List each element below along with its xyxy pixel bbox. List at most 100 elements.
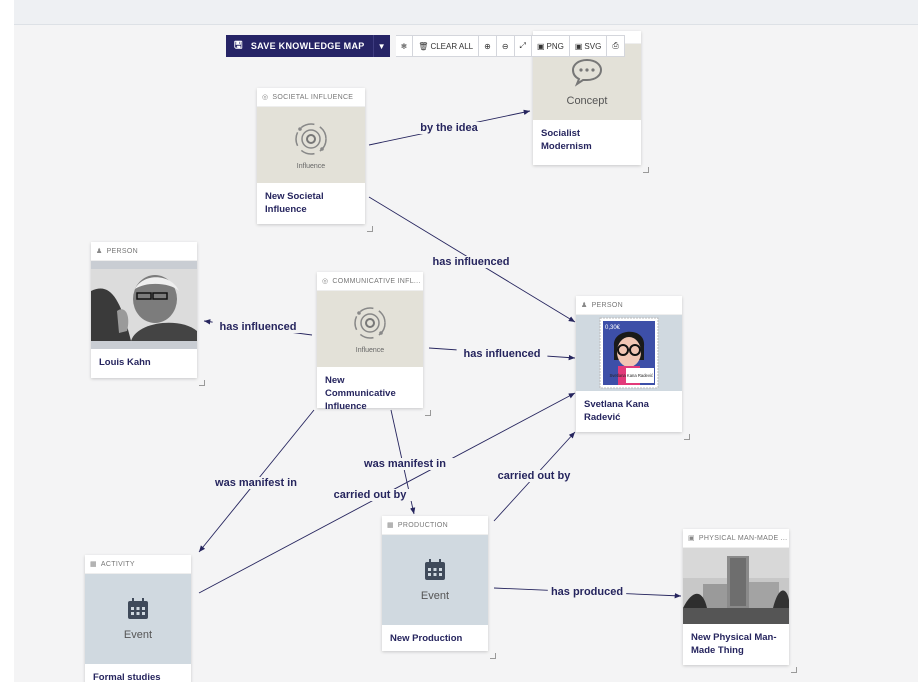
node-image: 0,30€ Svetlana Kana Radević [576, 315, 682, 391]
edge-label: carried out by [334, 489, 408, 501]
resize-handle[interactable] [367, 226, 373, 232]
save-knowledge-map-button[interactable]: 🖫 SAVE KNOWLEDGE MAP [226, 35, 373, 57]
node-label: Svetlana Kana Radević [584, 399, 649, 423]
zoom-in-button[interactable]: ⊕ [479, 35, 497, 57]
node-image [91, 261, 197, 349]
node-louis-kahn[interactable]: ♟ PERSON Louis Kahn [91, 242, 205, 386]
save-label: SAVE KNOWLEDGE MAP [250, 41, 365, 51]
top-bar [14, 0, 918, 25]
portrait-photo [91, 261, 197, 349]
influence-small-icon: ◎ [262, 94, 269, 101]
node-type: PERSON [106, 247, 138, 255]
edge-label: by the idea [420, 122, 478, 134]
toolbar: 🖫 SAVE KNOWLEDGE MAP ▼ ❄ 🗑 CLEAR ALL ⊕ ⊖ … [226, 35, 625, 57]
resize-handle[interactable] [791, 667, 797, 673]
node-type-header: ◎ COMMUNICATIVE INFL... [317, 272, 423, 291]
zoom-in-icon: ⊕ [484, 41, 491, 51]
calendar-small-icon: ▦ [387, 522, 394, 529]
resize-handle[interactable] [199, 380, 205, 386]
influence-icon [354, 306, 386, 339]
png-label: PNG [546, 41, 564, 51]
export-png-button[interactable]: ▣ PNG [531, 35, 570, 57]
node-label: Socialist Modernism [541, 128, 592, 152]
node-type: SOCIETAL INFLUENCE [272, 93, 354, 101]
edge-label: carried out by [498, 470, 572, 482]
zoom-out-icon: ⊖ [501, 41, 509, 51]
chat-bubble-icon [571, 58, 603, 87]
edge-label: has influenced [463, 348, 540, 360]
stamp-name: Svetlana Kana Radević [609, 373, 653, 378]
node-label: Louis Kahn [99, 357, 151, 368]
node-type: PHYSICAL MAN-MADE ... [698, 534, 788, 542]
node-image: Influence [257, 107, 365, 183]
influence-icon [295, 122, 327, 155]
node-societal-influence[interactable]: ◎ SOCIETAL INFLUENCE Influence New Societ… [257, 88, 373, 232]
node-label: New Societal Influence [265, 191, 324, 215]
calendar-icon [425, 559, 445, 580]
print-button[interactable]: ⎙ [607, 35, 625, 57]
resize-handle[interactable] [684, 434, 690, 440]
image-caption: Influence [296, 162, 326, 170]
image-caption: Influence [355, 346, 385, 354]
fit-button[interactable]: ⤢ [514, 35, 532, 57]
building-small-icon: ▣ [688, 535, 695, 542]
node-type: ACTIVITY [100, 560, 135, 568]
knowledge-map-canvas[interactable]: by the idea has influenced has influenced h… [14, 25, 918, 682]
clear-all-button[interactable]: 🗑 CLEAR ALL [413, 35, 480, 57]
node-communicative-influence[interactable]: ◎ COMMUNICATIVE INFL... Influence New Com… [317, 272, 431, 416]
influence-small-icon: ◎ [322, 278, 329, 285]
expand-icon: ⤢ [519, 41, 526, 50]
node-image: Influence [317, 291, 423, 367]
resize-handle[interactable] [643, 167, 649, 173]
node-type: COMMUNICATIVE INFL... [332, 277, 421, 285]
edge-label: has influenced [219, 321, 296, 333]
node-type: PERSON [591, 301, 623, 309]
caret-down-icon: ▼ [377, 41, 386, 51]
stamp-portrait: 0,30€ Svetlana Kana Radević [599, 317, 659, 389]
image-icon: ▣ [574, 41, 583, 51]
node-type: PRODUCTION [397, 521, 448, 529]
zoom-out-button[interactable]: ⊖ [496, 35, 515, 57]
freeze-button[interactable]: ❄ [395, 35, 414, 57]
node-label: Formal studies [93, 672, 161, 682]
export-svg-button[interactable]: ▣ SVG [569, 35, 608, 57]
person-icon: ♟ [96, 248, 103, 255]
node-image: Event [85, 574, 191, 664]
node-type-header: ▦ ACTIVITY [85, 555, 191, 574]
snowflake-icon: ❄ [400, 41, 408, 51]
node-type-header: ♟ PERSON [576, 296, 682, 315]
node-image: Event [382, 535, 488, 625]
edge-label: has influenced [432, 256, 509, 268]
node-svetlana-kana-radevic[interactable]: ♟ PERSON 0,30€ Svetlana Kana Radević Svet… [576, 296, 690, 440]
image-caption: Event [420, 590, 450, 602]
print-icon: ⎙ [612, 41, 619, 50]
node-new-production[interactable]: ▦ PRODUCTION Event New Production [382, 516, 496, 659]
resize-handle[interactable] [490, 653, 496, 659]
image-caption: Event [123, 629, 153, 641]
save-dropdown-button[interactable]: ▼ [372, 35, 390, 57]
node-type-header: ♟ PERSON [91, 242, 197, 261]
edge-label: was manifest in [214, 477, 297, 489]
resize-handle[interactable] [425, 410, 431, 416]
node-physical-man-made-thing[interactable]: ▣ PHYSICAL MAN-MADE ... New Physical Man-… [683, 529, 797, 673]
node-image [683, 548, 789, 624]
node-label: New Physical Man-Made Thing [691, 632, 777, 656]
node-type-header: ▦ PRODUCTION [382, 516, 488, 535]
save-icon: 🖫 [234, 39, 243, 51]
person-icon: ♟ [581, 302, 588, 309]
node-formal-studies[interactable]: ▦ ACTIVITY Event Formal studies [85, 555, 191, 682]
node-type-header: ▣ PHYSICAL MAN-MADE ... [683, 529, 789, 548]
node-type-header: ◎ SOCIETAL INFLUENCE [257, 88, 365, 107]
calendar-icon [128, 598, 148, 619]
clear-all-label: CLEAR ALL [430, 41, 474, 51]
edge-label: has produced [551, 586, 623, 598]
image-caption: Concept [566, 95, 608, 107]
svg-label: SVG [584, 41, 602, 51]
node-label: New Production [390, 633, 463, 644]
building-photo [683, 548, 789, 624]
edge-label: was manifest in [363, 458, 446, 470]
trash-icon: 🗑 [418, 41, 429, 51]
calendar-small-icon: ▦ [90, 561, 97, 568]
stamp-price: 0,30€ [605, 325, 621, 331]
image-icon: ▣ [536, 41, 545, 51]
